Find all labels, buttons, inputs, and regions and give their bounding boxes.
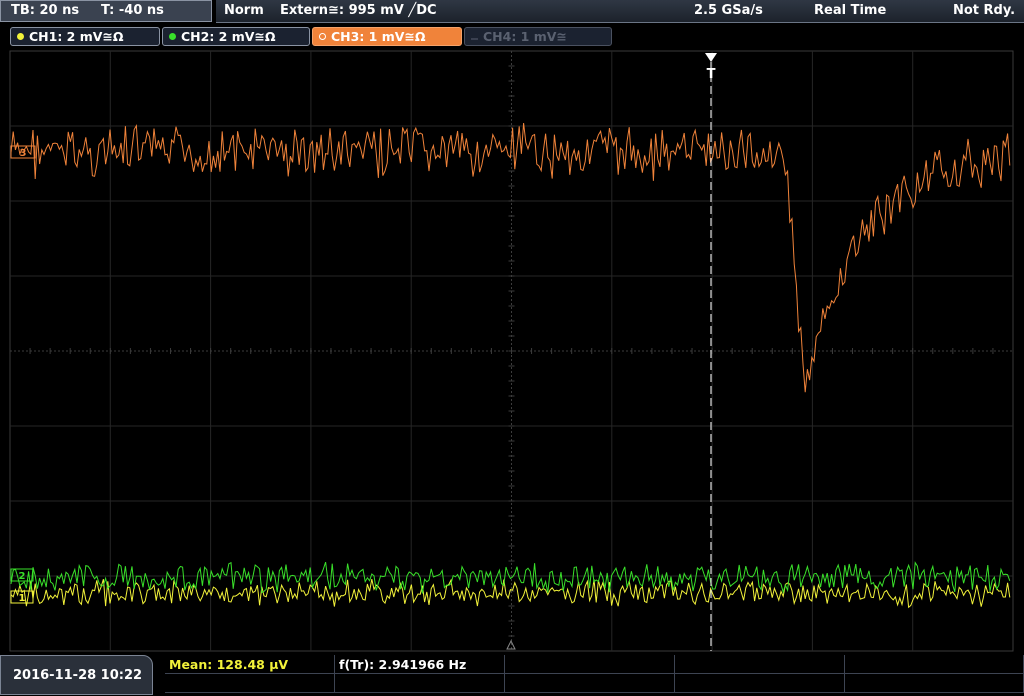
measurement-slot-7[interactable] [335, 674, 505, 693]
top-bar: TB: 20 ns T: -40 ns Norm Extern≅: 995 mV… [0, 0, 1024, 24]
trigger-marker-label: T [707, 67, 716, 82]
ch3-ref-label: 3 [20, 148, 27, 159]
timebase-label: TB: 20 ns [11, 3, 80, 18]
channel-3-dot-icon [319, 33, 326, 40]
channel-1-button[interactable]: CH1: 2 mV≅Ω [10, 27, 160, 46]
ch1-ref-label: 1 [19, 593, 26, 604]
measurement-slot-4[interactable] [675, 655, 845, 674]
measurement-slot-10[interactable] [845, 674, 1024, 693]
waveform-svg: T 3 2 1 [9, 50, 1014, 652]
measurement-slot-3[interactable] [505, 655, 675, 674]
sample-rate: 2.5 GSa/s [694, 3, 763, 18]
channel-4-label: CH4: 1 mV≅ [483, 29, 567, 44]
bottom-bar: 2016-11-28 10:22 Mean: 128.48 µV f(Tr): … [0, 655, 1024, 695]
channel-2-button[interactable]: CH2: 2 mV≅Ω [162, 27, 310, 46]
channel-1-dot-icon [17, 33, 24, 40]
datetime-box: 2016-11-28 10:22 [0, 655, 153, 695]
measurement-slot-8[interactable] [505, 674, 675, 693]
measurement-slot-9[interactable] [675, 674, 845, 693]
channel-4-button[interactable]: CH4: 1 mV≅ [464, 27, 612, 46]
channel-3-button[interactable]: CH3: 1 mV≅Ω [312, 27, 462, 46]
measurement-slot-5[interactable] [845, 655, 1024, 674]
trigger-mode[interactable]: Norm [224, 0, 264, 22]
channel-1-label: CH1: 2 mV≅Ω [29, 29, 124, 44]
channel-3-label: CH3: 1 mV≅Ω [331, 29, 426, 44]
trigger-time-label: T: -40 ns [101, 3, 164, 18]
channel-2-label: CH2: 2 mV≅Ω [181, 29, 276, 44]
measurement-slot-6[interactable] [165, 674, 335, 693]
ch2-ref-label: 2 [19, 571, 26, 582]
timebase-box[interactable]: TB: 20 ns T: -40 ns [0, 0, 212, 22]
acquisition-state: Not Rdy. [953, 3, 1016, 18]
trigger-source[interactable]: Extern≅: 995 mV ╱DC [280, 0, 437, 22]
frequency-measurement[interactable]: f(Tr): 2.941966 Hz [335, 655, 505, 674]
measurement-table: Mean: 128.48 µV f(Tr): 2.941966 Hz [165, 655, 1024, 695]
waveform-display[interactable]: T 3 2 1 [0, 50, 1024, 655]
channel-row: CH1: 2 mV≅Ω CH2: 2 mV≅Ω CH3: 1 mV≅Ω CH4:… [0, 25, 1024, 49]
status-bar: Norm Extern≅: 995 mV ╱DC 2.5 GSa/s Real … [216, 0, 1024, 23]
channel-4-dot-icon [471, 38, 478, 40]
channel-2-dot-icon [169, 33, 176, 40]
mean-measurement[interactable]: Mean: 128.48 µV [165, 655, 335, 674]
acquisition-mode[interactable]: Real Time [814, 0, 886, 22]
